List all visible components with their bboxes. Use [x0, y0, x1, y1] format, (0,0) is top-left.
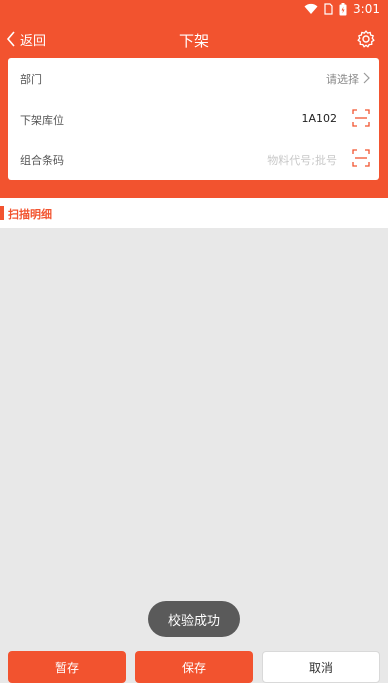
- barcode-input[interactable]: 物料代号;批号: [267, 152, 337, 168]
- sim-icon: [324, 3, 333, 15]
- status-icons: 3:01: [304, 2, 380, 16]
- wifi-icon: [304, 3, 318, 15]
- location-row: 下架库位 1A102: [8, 99, 379, 139]
- page-title: 下架: [178, 32, 209, 50]
- status-time: 3:01: [353, 2, 380, 16]
- section-title: 扫描明细: [8, 208, 52, 221]
- department-row[interactable]: 部门 请选择: [8, 58, 379, 98]
- section-accent-bar: [0, 206, 4, 220]
- barcode-label: 组合条码: [20, 154, 64, 167]
- form-card: 部门 请选择 下架库位 1A102 组合条码 物料代号;批号: [8, 58, 379, 180]
- scan-details-list: [0, 228, 388, 646]
- cancel-button[interactable]: 取消: [262, 651, 380, 683]
- battery-icon: [339, 2, 347, 16]
- gear-icon[interactable]: [356, 29, 376, 49]
- toast-message: 校验成功: [148, 601, 240, 637]
- nav-bar: 返回 下架: [0, 20, 388, 58]
- scan-details-header: 扫描明细: [0, 198, 388, 228]
- scan-icon[interactable]: [352, 109, 370, 127]
- barcode-row: 组合条码 物料代号;批号: [8, 139, 379, 179]
- location-label: 下架库位: [20, 114, 64, 127]
- scan-icon[interactable]: [352, 149, 370, 167]
- department-label: 部门: [20, 73, 42, 86]
- department-select[interactable]: 请选择: [326, 71, 359, 87]
- temp-save-button[interactable]: 暂存: [8, 651, 126, 683]
- location-value[interactable]: 1A102: [301, 112, 337, 125]
- chevron-right-icon: [363, 72, 370, 84]
- action-bar: 暂存 保存 取消: [0, 646, 388, 683]
- status-bar: 3:01: [0, 0, 388, 20]
- save-button[interactable]: 保存: [135, 651, 253, 683]
